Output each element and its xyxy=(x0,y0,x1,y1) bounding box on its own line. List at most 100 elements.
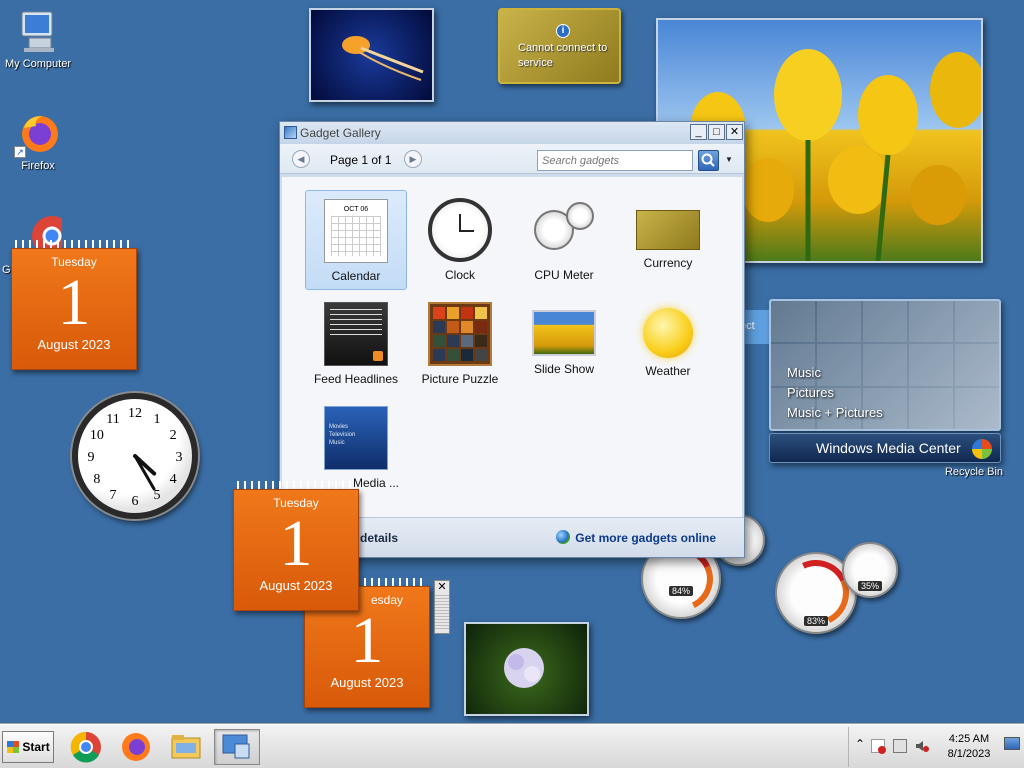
currency-gadget[interactable]: i Cannot connect to service xyxy=(498,8,621,84)
windows-flag-icon xyxy=(7,741,19,753)
gadget-gallery-icon xyxy=(222,734,250,759)
desktop-icon-recycle-bin[interactable]: Recycle Bin xyxy=(936,466,1012,478)
jellyfish-slideshow-gadget[interactable] xyxy=(309,8,434,102)
taskbar-date: 8/1/2023 xyxy=(947,748,991,760)
gadget-item-currency[interactable]: Currency xyxy=(617,190,719,290)
media-center-menu: Music Pictures Music + Pictures xyxy=(787,363,883,423)
taskbar-explorer[interactable] xyxy=(166,729,206,765)
calendar-face: Tuesday 1 August 2023 xyxy=(233,489,359,611)
window-title: Gadget Gallery xyxy=(300,126,381,140)
gadget-gallery-icon xyxy=(284,126,297,139)
get-more-gadgets-link[interactable]: Get more gadgets online xyxy=(556,530,716,545)
slide-show-thumbnail-icon xyxy=(532,310,596,356)
calendar-day-number: 1 xyxy=(57,266,91,339)
meter-dial xyxy=(566,202,594,230)
calendar-thumb-grid xyxy=(331,216,381,256)
cpu-usage-readout: 83% xyxy=(803,616,829,626)
rss-icon xyxy=(373,351,383,361)
calendar-day-number: 1 xyxy=(279,507,313,580)
clock-numeral: 11 xyxy=(106,412,119,427)
gallery-toolbar: ◀ Page 1 of 1 ▶ ▼ xyxy=(280,144,744,174)
cpu-meter-thumbnail-icon xyxy=(532,198,596,262)
firefox-icon xyxy=(122,733,150,761)
gadget-item-picture-puzzle[interactable]: Picture Puzzle xyxy=(409,294,511,394)
show-details-toggle[interactable]: details xyxy=(360,531,398,545)
taskbar-gadgets-active[interactable] xyxy=(214,729,260,765)
taskbar: Start ⌃ 4:25 AM 8/1/2023 xyxy=(0,724,1024,768)
clock-numeral: 4 xyxy=(170,472,177,487)
search-icon xyxy=(701,153,715,167)
calendar-thumb-month: OCT 06 xyxy=(343,206,369,213)
media-center-brand-bar[interactable]: Windows Media Center xyxy=(769,433,1001,463)
next-page-button[interactable]: ▶ xyxy=(404,150,422,168)
gadget-item-clock[interactable]: Clock xyxy=(409,190,511,290)
menu-item-pictures[interactable]: Pictures xyxy=(787,383,883,403)
my-computer-icon xyxy=(14,8,62,56)
hydrangea-image xyxy=(504,648,544,688)
taskbar-chrome[interactable] xyxy=(66,729,106,765)
window-titlebar[interactable]: Gadget Gallery _ □ ✕ xyxy=(280,122,744,144)
show-hidden-icons-button[interactable]: ⌃ xyxy=(855,737,865,751)
taskbar-time: 4:25 AM xyxy=(948,733,990,745)
clock-numeral: 12 xyxy=(128,406,142,421)
clock-numeral: 10 xyxy=(90,428,104,443)
media-center-thumbnail-icon: Movies Television Music xyxy=(324,406,388,470)
feed-headlines-thumbnail-icon xyxy=(324,302,388,366)
desktop-icon-firefox[interactable]: ↗ Firefox xyxy=(0,110,76,172)
action-center-flag-icon[interactable] xyxy=(871,739,886,754)
globe-icon xyxy=(556,530,571,544)
folder-icon xyxy=(171,735,201,759)
calendar-gadget[interactable]: Tuesday 1 August 2023 xyxy=(233,481,359,611)
calendar-gadget[interactable]: Tuesday 1 August 2023 xyxy=(11,240,137,370)
calendar-thumbnail-icon: OCT 06 xyxy=(324,199,388,263)
clock-numeral: 1 xyxy=(154,412,161,427)
get-more-gadgets-label: Get more gadgets online xyxy=(575,531,716,545)
clock-numeral: 3 xyxy=(176,450,183,465)
taskbar-clock[interactable]: 4:25 AM 8/1/2023 xyxy=(937,732,1001,762)
network-icon[interactable] xyxy=(893,739,907,753)
gadget-item-weather[interactable]: Weather xyxy=(617,294,719,394)
clock-numeral: 2 xyxy=(170,428,177,443)
menu-item-music[interactable]: Music xyxy=(787,363,883,383)
volume-muted-icon[interactable] xyxy=(915,739,929,753)
calendar-face: Tuesday 1 August 2023 xyxy=(11,248,137,370)
gadget-label: CPU Meter xyxy=(534,268,594,282)
maximize-button[interactable]: □ xyxy=(708,124,725,140)
start-button[interactable]: Start xyxy=(2,731,54,763)
gadget-item-slide-show[interactable]: Slide Show xyxy=(513,294,615,394)
gadget-label: Clock xyxy=(444,268,475,282)
media-center-gadget[interactable]: Music Pictures Music + Pictures xyxy=(769,299,1001,431)
gadget-item-calendar[interactable]: OCT 06 Calendar xyxy=(305,190,407,290)
show-desktop-icon[interactable] xyxy=(1004,737,1020,750)
calendar-month-year: August 2023 xyxy=(259,578,333,593)
clock-numeral: 8 xyxy=(93,472,100,487)
close-icon[interactable]: ✕ xyxy=(435,581,449,595)
media-thumb-line: Music xyxy=(329,440,345,446)
menu-item-music-pictures[interactable]: Music + Pictures xyxy=(787,403,883,423)
gadget-item-feed-headlines[interactable]: Feed Headlines xyxy=(305,294,407,394)
search-options-dropdown[interactable]: ▼ xyxy=(725,155,733,164)
clock-face: 12 12 3 45678 9 1011 xyxy=(88,406,183,509)
desktop-icon-my-computer[interactable]: My Computer xyxy=(0,8,76,70)
currency-error-message: Cannot connect to service xyxy=(518,42,608,69)
desktop-icon-label: My Computer xyxy=(4,58,72,70)
clock-thumb-hands xyxy=(460,230,474,232)
system-tray: ⌃ 4:25 AM 8/1/2023 xyxy=(848,727,1024,767)
previous-page-button[interactable]: ◀ xyxy=(292,150,310,168)
gadget-label: Slide Show xyxy=(533,362,595,376)
minimize-button[interactable]: _ xyxy=(690,124,707,140)
drag-handle-icon[interactable] xyxy=(435,595,449,631)
close-button[interactable]: ✕ xyxy=(726,124,743,140)
gadget-item-cpu-meter[interactable]: CPU Meter xyxy=(513,190,615,290)
gadget-label: Feed Headlines xyxy=(313,372,399,386)
gadget-grid: OCT 06 Calendar Clock CPU Meter Currency xyxy=(282,177,742,517)
search-button[interactable] xyxy=(698,150,719,171)
search-gadgets-input[interactable] xyxy=(537,150,693,171)
taskbar-firefox[interactable] xyxy=(116,729,156,765)
chrome-icon xyxy=(70,731,101,763)
info-icon: i xyxy=(556,24,570,38)
clock-gadget[interactable]: 12 1 2 3 4 5 6 7 8 9 10 11 xyxy=(72,393,198,519)
hydrangea-slideshow-gadget[interactable] xyxy=(464,622,589,716)
clock-thumbnail-icon xyxy=(428,198,492,262)
currency-thumbnail-icon xyxy=(636,210,700,250)
